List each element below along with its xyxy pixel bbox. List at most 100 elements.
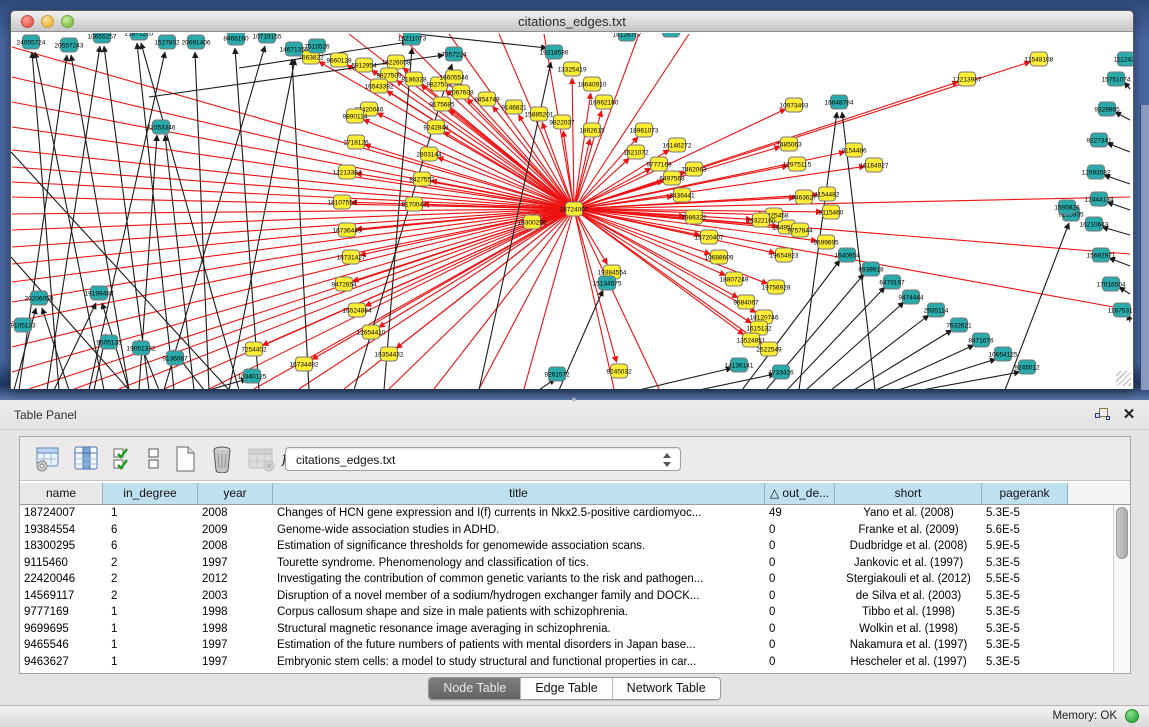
cell-short[interactable]: Jankovic et al. (1997): [835, 555, 982, 572]
cell-name[interactable]: 18724007: [20, 505, 103, 522]
table-row[interactable]: 946554611997Estimation of the future num…: [20, 637, 1130, 654]
graph-node[interactable]: 7462063: [681, 162, 707, 176]
cell-pagerank[interactable]: 5.3E-5: [982, 555, 1068, 572]
cell-pagerank[interactable]: 5.3E-5: [982, 604, 1068, 621]
cell-year[interactable]: 2012: [198, 571, 273, 588]
tab-network-table[interactable]: Network Table: [613, 678, 720, 699]
graph-edge[interactable]: [209, 379, 247, 389]
network-canvas[interactable]: 1872400776638229660128591295418226058982…: [11, 33, 1133, 389]
cell-title[interactable]: Tourette syndrome. Phenomenology and cla…: [273, 555, 765, 572]
graph-node[interactable]: 9146821: [501, 100, 527, 114]
cell-out_de[interactable]: 0: [765, 588, 835, 605]
cell-title[interactable]: Estimation of significance thresholds fo…: [273, 538, 765, 555]
cell-year[interactable]: 2003: [198, 588, 273, 605]
graph-edge[interactable]: [379, 209, 574, 327]
graph-edge[interactable]: [47, 46, 100, 389]
cell-short[interactable]: Hescheler et al. (1997): [835, 654, 982, 671]
cell-pagerank[interactable]: 5.3E-5: [982, 621, 1068, 638]
graph-edge[interactable]: [574, 209, 614, 389]
graph-node[interactable]: 9154486: [841, 143, 867, 157]
table-row[interactable]: 1938455462009Genome-wide association stu…: [20, 522, 1130, 539]
graph-node[interactable]: 11675312: [1108, 303, 1133, 317]
table-scrollbar-thumb[interactable]: [1116, 507, 1128, 559]
graph-node[interactable]: 12444134: [1085, 192, 1114, 206]
cell-short[interactable]: de Silva et al. (2003): [835, 588, 982, 605]
create-column-icon[interactable]: [172, 445, 198, 473]
table-mode-icon[interactable]: [34, 445, 62, 473]
graph-node[interactable]: 10719155: [253, 33, 282, 43]
cell-pagerank[interactable]: 5.3E-5: [982, 505, 1068, 522]
graph-node[interactable]: 2436441: [669, 188, 695, 202]
close-panel-icon[interactable]: ✕: [1121, 407, 1137, 423]
cell-pagerank[interactable]: 5.3E-5: [982, 588, 1068, 605]
cell-title[interactable]: Corpus callosum shape and size in male p…: [273, 604, 765, 621]
graph-node[interactable]: 7986322: [681, 210, 707, 224]
tab-node-table[interactable]: Node Table: [429, 678, 521, 699]
delete-table-icon[interactable]: [246, 445, 276, 473]
graph-node[interactable]: 2803144: [416, 147, 442, 161]
graph-node[interactable]: 18126757: [613, 33, 642, 41]
splitter-handle[interactable]: [569, 397, 579, 402]
cell-name[interactable]: 9777169: [20, 604, 103, 621]
cell-year[interactable]: 2008: [198, 505, 273, 522]
graph-node[interactable]: 9884067: [733, 295, 759, 309]
graph-node[interactable]: 19218586: [540, 45, 569, 59]
cell-title[interactable]: Structural magnetic resonance image aver…: [273, 621, 765, 638]
graph-node[interactable]: 24055724: [17, 35, 46, 49]
cell-name[interactable]: 9463627: [20, 654, 103, 671]
graph-node[interactable]: 14136141: [725, 358, 754, 372]
cell-short[interactable]: Dudbridge et al. (2008): [835, 538, 982, 555]
table-row[interactable]: 1456911722003Disruption of a novel membe…: [20, 588, 1130, 605]
table-row[interactable]: 1872400712008Changes of HCN gene express…: [20, 505, 1130, 522]
table-row[interactable]: 911546021997Tourette syndrome. Phenomeno…: [20, 555, 1130, 572]
graph-node[interactable]: 16164927: [860, 158, 889, 172]
graph-edge[interactable]: [524, 209, 574, 389]
graph-node[interactable]: 8466160: [223, 33, 249, 45]
graph-node[interactable]: 9227341: [1086, 133, 1112, 147]
graph-node[interactable]: 7485063: [776, 137, 802, 151]
table-row[interactable]: 977716911998Corpus callosum shape and si…: [20, 604, 1130, 621]
cell-name[interactable]: 9465546: [20, 637, 103, 654]
cell-name[interactable]: 14569117: [20, 588, 103, 605]
graph-node[interactable]: 18226058: [382, 55, 411, 69]
memory-status-icon[interactable]: [1125, 709, 1139, 723]
graph-node[interactable]: 16354432: [375, 347, 404, 361]
graph-node[interactable]: 19654923: [770, 248, 799, 262]
graph-node[interactable]: 16962160: [590, 95, 619, 109]
cell-in_degree[interactable]: 2: [103, 571, 198, 588]
graph-node[interactable]: 9505133: [96, 335, 122, 349]
graph-node[interactable]: 21871205: [125, 33, 154, 40]
cell-year[interactable]: 1997: [198, 555, 273, 572]
graph-node[interactable]: 13325419: [558, 62, 587, 76]
cell-pagerank[interactable]: 5.5E-5: [982, 571, 1068, 588]
table-row[interactable]: 1830029562008Estimation of significance …: [20, 538, 1130, 555]
graph-node[interactable]: 2522549: [756, 342, 782, 356]
cell-title[interactable]: Embryonic stem cells: a model to study s…: [273, 654, 765, 671]
graph-node[interactable]: 12213987: [953, 72, 982, 86]
cell-out_de[interactable]: 0: [765, 555, 835, 572]
window-titlebar[interactable]: citations_edges.txt: [11, 11, 1133, 32]
graph-node[interactable]: 15751074: [1102, 72, 1131, 86]
cell-title[interactable]: Estimation of the future numbers of pati…: [273, 637, 765, 654]
graph-node[interactable]: 18640910: [578, 77, 607, 91]
graph-node[interactable]: 2935114: [924, 303, 949, 317]
graph-node[interactable]: 7632621: [946, 318, 972, 332]
cell-out_de[interactable]: 0: [765, 621, 835, 638]
graph-node[interactable]: 9170042: [401, 197, 427, 211]
cell-in_degree[interactable]: 1: [103, 621, 198, 638]
graph-node[interactable]: 15692971: [1087, 248, 1116, 262]
graph-node[interactable]: 20206050: [25, 291, 54, 305]
cell-name[interactable]: 22420046: [20, 571, 103, 588]
graph-node[interactable]: 1621072: [623, 145, 649, 159]
column-header-pagerank[interactable]: pagerank: [982, 483, 1068, 505]
graph-node[interactable]: 16210643: [1080, 217, 1109, 231]
graph-node[interactable]: 1112435: [1114, 52, 1133, 66]
graph-node[interactable]: 1733426: [768, 365, 794, 379]
graph-edge[interactable]: [574, 209, 607, 264]
cell-out_de[interactable]: 0: [765, 637, 835, 654]
cell-in_degree[interactable]: 6: [103, 538, 198, 555]
column-header-title[interactable]: title: [273, 483, 765, 505]
graph-edge[interactable]: [195, 52, 209, 389]
graph-node[interactable]: 18961073: [630, 123, 659, 137]
cell-name[interactable]: 9115460: [20, 555, 103, 572]
